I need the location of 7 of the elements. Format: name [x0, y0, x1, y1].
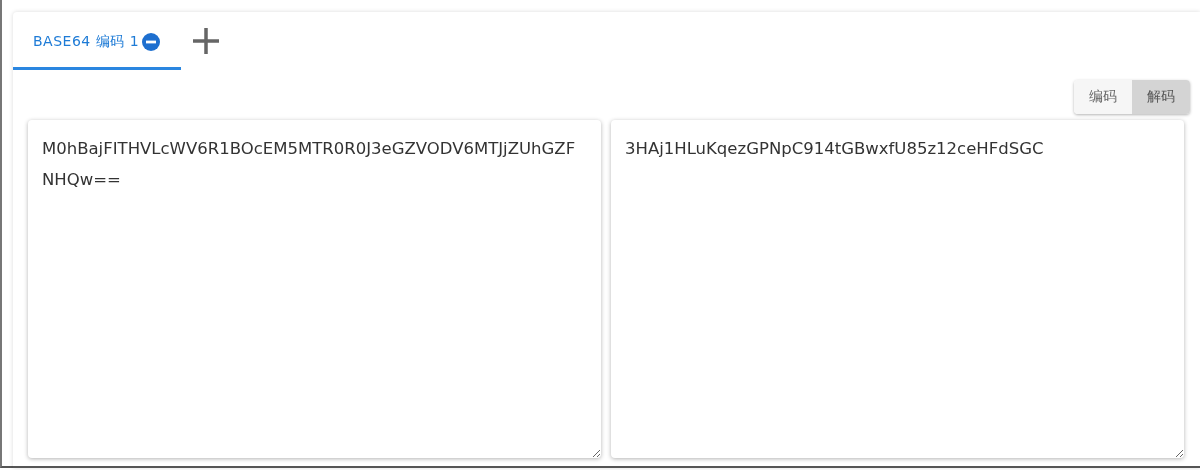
text-field[interactable]: 3HAj1HLuKqezGPNpC914tGBwxfU85z12ceHFdSGC: [611, 120, 1184, 458]
text-field[interactable]: M0hBajFITHVLcWV6R1BOcEM5MTR0R0J3eGZVODV6MTJjZUhGZFNHQw==: [28, 120, 601, 458]
mode-button[interactable]: 解码: [1132, 80, 1190, 114]
add-icon[interactable]: [191, 26, 222, 56]
remove-icon[interactable]: [141, 31, 162, 52]
tab[interactable]: BASE64 编码 1: [13, 16, 182, 70]
mode-button[interactable]: 编码: [1074, 80, 1132, 114]
